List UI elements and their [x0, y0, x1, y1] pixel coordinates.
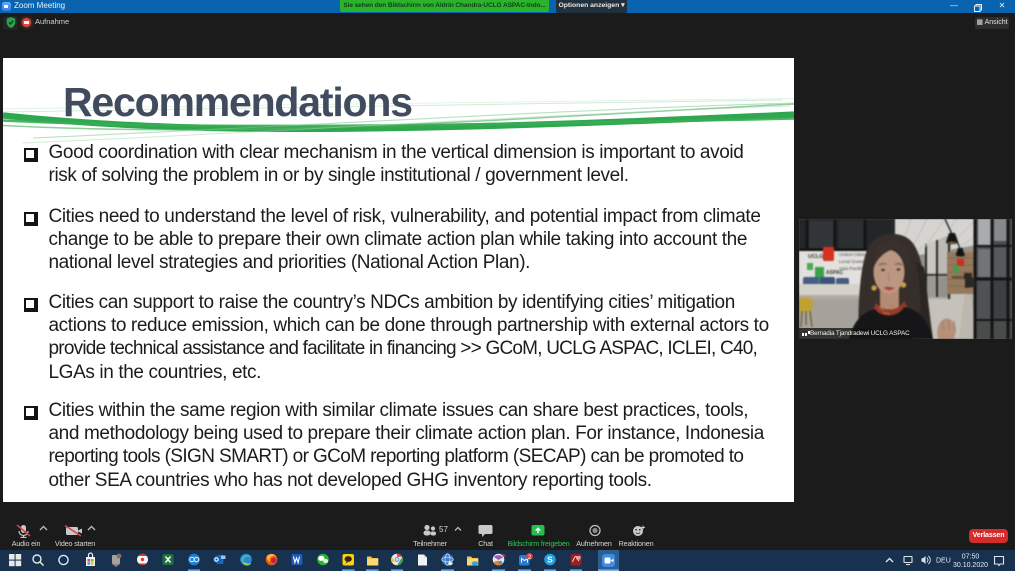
svg-text:30.10.2020: 30.10.2020 — [953, 562, 988, 569]
svg-text:DEU: DEU — [936, 557, 951, 564]
svg-text:United Cities: United Cities — [839, 252, 866, 257]
svg-text:UCLG: UCLG — [808, 254, 824, 260]
svg-text:57: 57 — [439, 525, 448, 534]
svg-text:Asia-Pacific: Asia-Pacific — [839, 266, 864, 271]
svg-text:S: S — [547, 555, 553, 565]
svg-text:07:50: 07:50 — [962, 553, 980, 560]
